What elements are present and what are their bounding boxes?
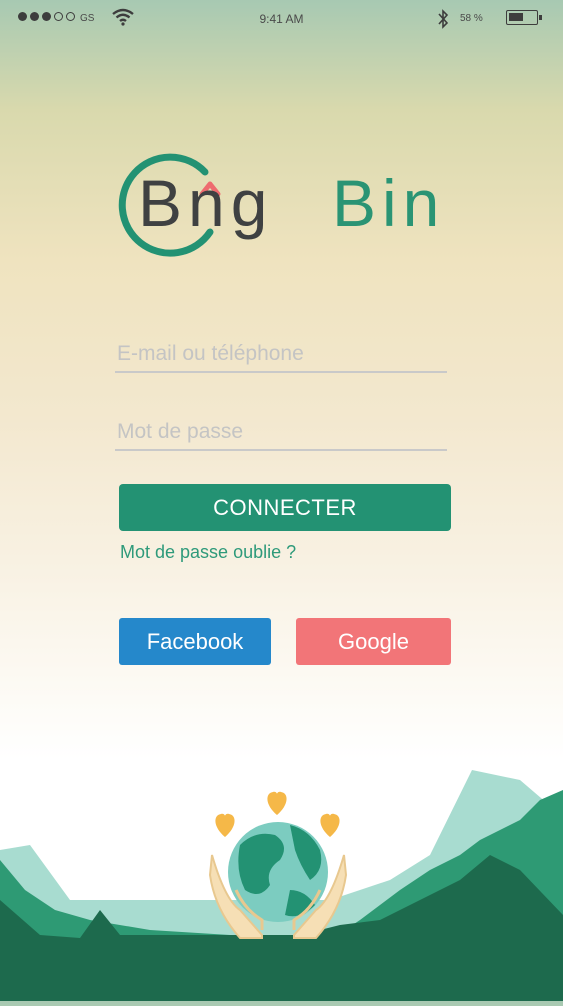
heart-icon <box>320 813 340 837</box>
status-bar: GS 9:41 AM 58 % <box>0 0 563 38</box>
bluetooth-icon <box>436 8 450 33</box>
email-field[interactable] <box>115 337 447 373</box>
heart-icon <box>215 813 235 837</box>
battery-icon <box>506 10 542 25</box>
app-logo: Bng Bin <box>110 150 455 265</box>
email-input[interactable] <box>115 337 447 371</box>
google-login-button[interactable]: Google <box>296 618 451 665</box>
forgot-password-link[interactable]: Mot de passe oublie ? <box>120 542 296 563</box>
connect-button[interactable]: CONNECTER <box>119 484 451 531</box>
password-field[interactable] <box>115 415 447 451</box>
heart-icon <box>267 791 287 815</box>
logo-word-bing: Bng <box>138 166 274 240</box>
battery-percent: 58 % <box>460 13 483 24</box>
earth-hands-illustration <box>0 760 563 1001</box>
password-input[interactable] <box>115 415 447 449</box>
facebook-login-button[interactable]: Facebook <box>119 618 271 665</box>
logo-word-bin: Bin <box>332 166 446 240</box>
